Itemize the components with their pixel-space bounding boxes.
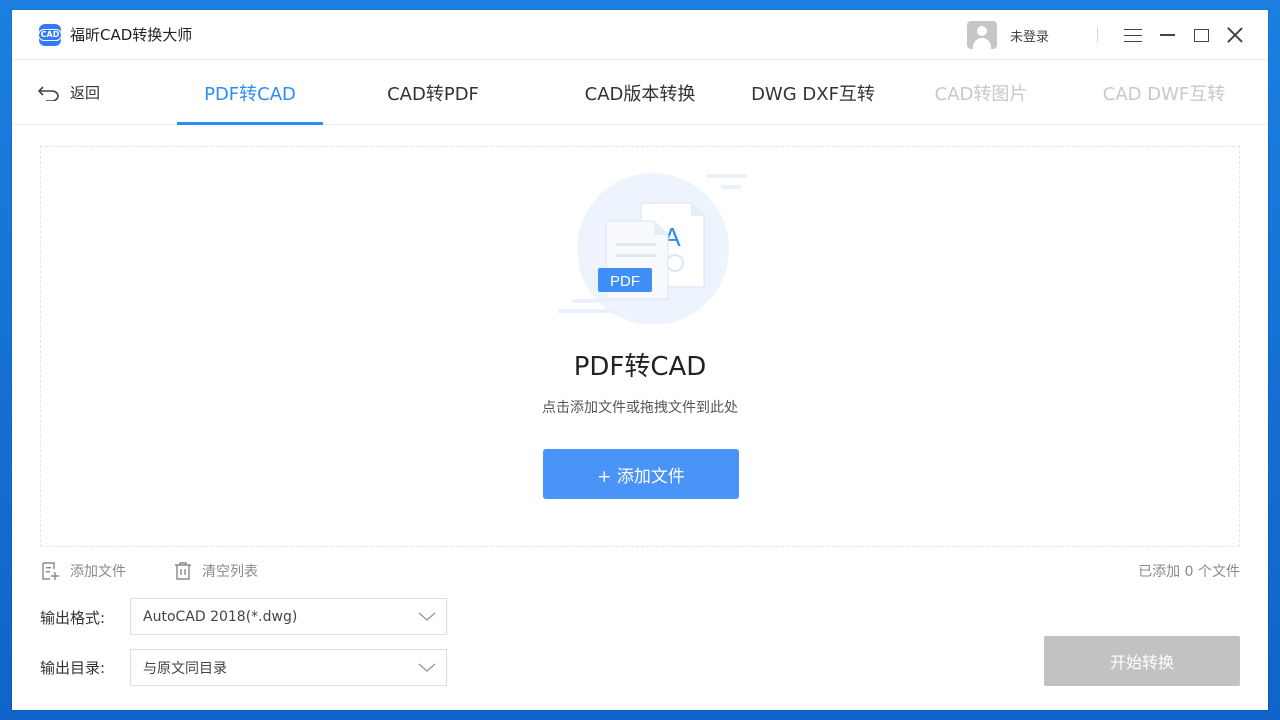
- title-bar-controls: 未登录: [966, 10, 1268, 60]
- output-dir-value: 与原文同目录: [143, 660, 227, 677]
- back-button[interactable]: 返回: [38, 82, 100, 103]
- app-logo-icon: CAD: [37, 23, 63, 46]
- add-file-label: 添加文件: [70, 564, 126, 580]
- tab-cad-to-image[interactable]: CAD转图片: [908, 60, 1054, 125]
- minimize-button[interactable]: [1150, 18, 1184, 52]
- login-status[interactable]: 未登录: [1010, 26, 1049, 45]
- add-file-icon: [42, 562, 59, 580]
- title-separator: [1097, 27, 1098, 43]
- maximize-button[interactable]: [1184, 18, 1218, 52]
- clear-list-label: 清空列表: [202, 564, 258, 580]
- tab-bar: 返回 PDF转CAD CAD转PDF CAD版本转换 DWG DXF互转 CAD…: [12, 60, 1268, 125]
- svg-text:PDF: PDF: [610, 273, 640, 290]
- menu-button[interactable]: [1116, 18, 1150, 52]
- pdf-convert-illustration-icon: A PDF: [558, 173, 746, 324]
- avatar-icon[interactable]: [966, 21, 997, 49]
- file-drop-zone[interactable]: A PDF PDF转CAD 点击添加文件或拖拽文件到此处 + 添加文件: [40, 146, 1240, 547]
- chevron-down-icon: [418, 663, 436, 672]
- app-window: CAD 福昕CAD转换大师 未登录 返回 PDF转CAD CAD转PDF CAD…: [12, 10, 1268, 710]
- file-count: 已添加 0 个文件: [1138, 564, 1240, 580]
- minimize-icon: [1159, 34, 1175, 36]
- maximize-icon: [1193, 28, 1209, 42]
- hamburger-icon: [1124, 28, 1142, 43]
- add-file-button[interactable]: + 添加文件: [543, 449, 739, 499]
- output-format-select[interactable]: AutoCAD 2018(*.dwg): [130, 598, 447, 635]
- add-file-tool[interactable]: 添加文件: [40, 560, 126, 582]
- drop-zone-hint: 点击添加文件或拖拽文件到此处: [542, 400, 738, 416]
- close-button[interactable]: [1218, 18, 1252, 52]
- close-icon: [1227, 27, 1243, 43]
- output-dir-label: 输出目录:: [40, 659, 106, 677]
- app-title: 福昕CAD转换大师: [70, 26, 193, 44]
- file-list-toolbar: 添加文件 清空列表 已添加 0 个文件: [40, 560, 1240, 582]
- back-arrow-icon: [38, 85, 59, 101]
- start-convert-button[interactable]: 开始转换: [1044, 636, 1240, 686]
- output-format-value: AutoCAD 2018(*.dwg): [143, 608, 298, 625]
- tab-cad-version[interactable]: CAD版本转换: [542, 60, 738, 125]
- tab-cad-to-pdf[interactable]: CAD转PDF: [360, 60, 506, 125]
- tab-cad-dwf[interactable]: CAD DWF互转: [1080, 60, 1248, 125]
- output-format-label: 输出格式:: [40, 609, 106, 627]
- tab-pdf-to-cad[interactable]: PDF转CAD: [177, 60, 323, 125]
- output-dir-select[interactable]: 与原文同目录: [130, 649, 447, 686]
- clear-list-tool[interactable]: 清空列表: [174, 560, 258, 582]
- tab-dwg-dxf[interactable]: DWG DXF互转: [718, 60, 908, 125]
- drop-zone-title: PDF转CAD: [573, 352, 707, 382]
- back-label: 返回: [70, 84, 101, 102]
- title-bar: CAD 福昕CAD转换大师 未登录: [12, 10, 1268, 60]
- trash-icon: [175, 562, 191, 580]
- chevron-down-icon: [418, 612, 436, 621]
